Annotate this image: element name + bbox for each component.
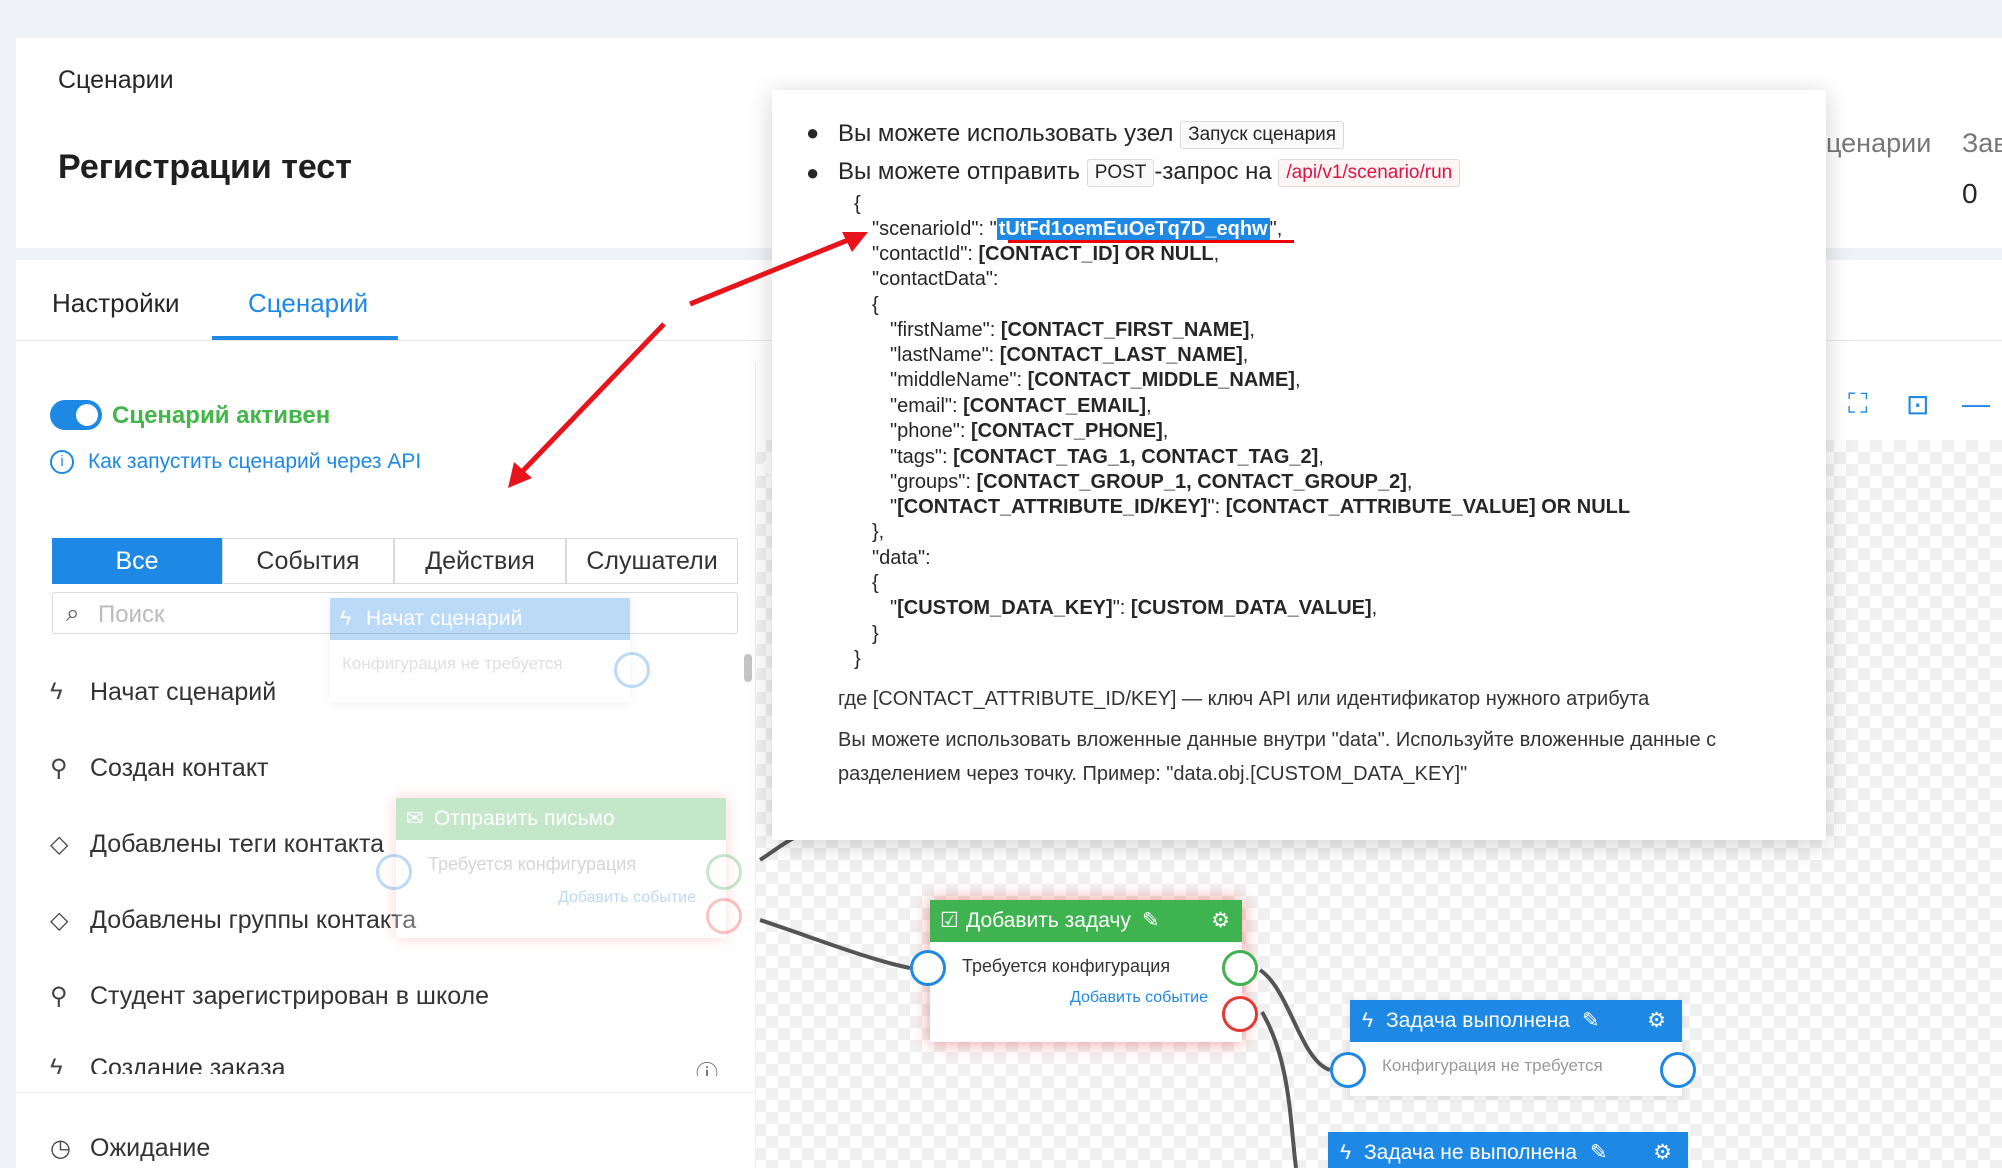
red-arrow — [514, 322, 666, 480]
arrow-annotations — [508, 232, 868, 488]
red-arrow — [689, 233, 859, 307]
